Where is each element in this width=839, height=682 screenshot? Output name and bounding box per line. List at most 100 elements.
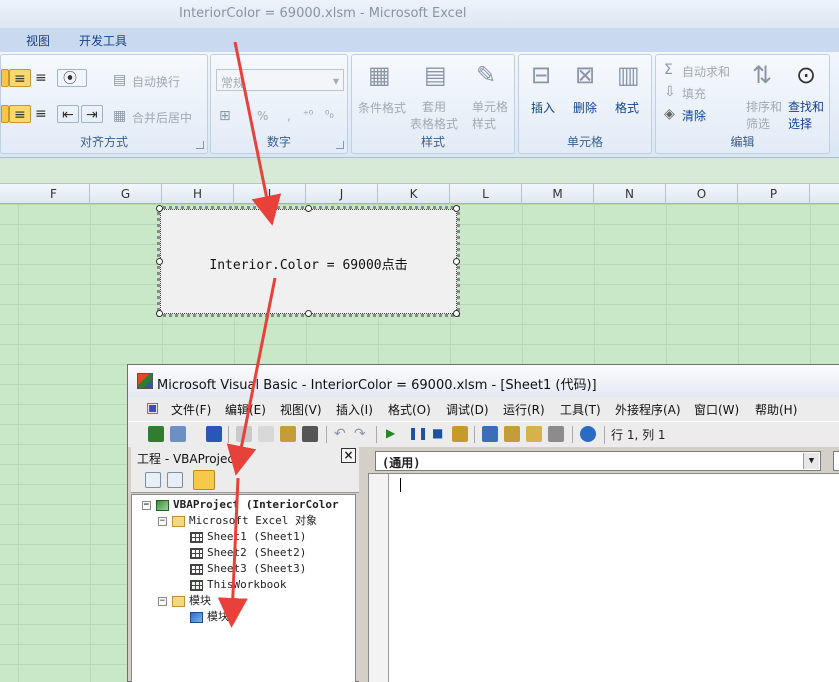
align-left-icon[interactable] (1, 69, 9, 87)
stop-icon[interactable]: ■ (432, 427, 443, 439)
table-format-button[interactable]: 套用 表格格式 (410, 99, 458, 133)
resize-handle[interactable] (453, 205, 460, 212)
column-header[interactable]: H (162, 184, 234, 204)
collapse-toggle[interactable]: − (158, 596, 167, 606)
menu-tools[interactable]: 工具(T) (560, 401, 601, 418)
format-button[interactable]: 格式 (615, 99, 639, 116)
paste-icon[interactable] (280, 426, 296, 442)
column-header[interactable]: G (90, 184, 162, 204)
column-header[interactable]: N (594, 184, 666, 204)
help-icon[interactable] (580, 426, 596, 442)
resize-handle[interactable] (453, 258, 460, 265)
save-icon[interactable] (206, 426, 222, 442)
tree-item-sheet1[interactable]: Sheet1 (Sheet1) (190, 529, 306, 545)
insert-button[interactable]: 插入 (531, 99, 555, 116)
menu-insert[interactable]: 插入(I) (336, 401, 373, 418)
resize-handle[interactable] (305, 205, 312, 212)
comma-button[interactable]: , (287, 109, 291, 123)
procedure-combo[interactable] (833, 451, 839, 471)
resize-handle[interactable] (156, 310, 163, 317)
redo-icon[interactable]: ↷ (354, 427, 366, 441)
merge-center-button[interactable]: 合并后居中 (132, 109, 192, 126)
increase-indent-icon[interactable]: ⇥ (81, 105, 103, 123)
column-header[interactable]: L (450, 184, 522, 204)
align-center-icon[interactable]: ≡ (9, 105, 31, 123)
decrease-indent-icon[interactable]: ⇤ (57, 105, 79, 123)
tree-item-sheet3[interactable]: Sheet3 (Sheet3) (190, 561, 306, 577)
close-icon[interactable]: × (341, 448, 356, 463)
fill-button[interactable]: 填充 (682, 85, 706, 102)
cut-icon[interactable] (236, 426, 252, 442)
object-combo[interactable]: (通用) ▼ (375, 451, 821, 471)
run-icon[interactable]: ▶ (386, 427, 395, 439)
project-explorer-icon[interactable] (482, 426, 498, 442)
tree-item-thisworkbook[interactable]: ThisWorkbook (190, 577, 286, 593)
align-left-h-icon[interactable] (1, 105, 9, 123)
chevron-down-icon[interactable]: ▼ (803, 453, 819, 469)
tab-developer[interactable]: 开发工具 (79, 32, 127, 49)
menu-file[interactable]: 文件(F) (171, 401, 211, 418)
column-header[interactable]: P (738, 184, 810, 204)
column-header[interactable]: K (378, 184, 450, 204)
find-icon[interactable] (302, 426, 318, 442)
tree-item-excel-objects[interactable]: − Microsoft Excel 对象 (158, 513, 317, 529)
undo-icon[interactable]: ↶ (334, 427, 346, 441)
menu-run[interactable]: 运行(R) (503, 401, 545, 418)
view-code-icon[interactable] (145, 472, 161, 488)
sheet-form-button[interactable]: Interior.Color = 69000点击 (157, 206, 460, 317)
resize-handle[interactable] (156, 258, 163, 265)
conditional-format-button[interactable]: 条件格式 (358, 99, 406, 116)
object-browser-icon[interactable] (526, 426, 542, 442)
view-excel-icon[interactable] (148, 426, 164, 442)
pause-icon[interactable]: ❚❚ (408, 427, 428, 439)
column-header[interactable]: I (234, 184, 306, 204)
tree-item-sheet2[interactable]: Sheet2 (Sheet2) (190, 545, 306, 561)
insert-userform-icon[interactable] (170, 426, 186, 442)
column-header[interactable]: M (522, 184, 594, 204)
properties-icon[interactable] (504, 426, 520, 442)
increase-decimal-icon[interactable]: ⁺⁰ (303, 109, 313, 120)
column-header[interactable]: O (666, 184, 738, 204)
toggle-folders-icon[interactable] (193, 470, 215, 490)
menu-edit[interactable]: 编辑(E) (225, 401, 266, 418)
collapse-toggle[interactable]: − (158, 516, 167, 526)
percent-button[interactable]: % (257, 109, 268, 123)
autosum-button[interactable]: 自动求和 (682, 63, 730, 80)
tab-view[interactable]: 视图 (26, 32, 50, 49)
currency-icon[interactable]: ⊞ (219, 109, 231, 123)
align-middle-icon[interactable]: ≡ (9, 69, 31, 87)
tree-item-modules[interactable]: − 模块 (158, 593, 211, 609)
orientation-icon[interactable]: ⦿ (57, 69, 87, 87)
tree-item-module1[interactable]: 模块1 (190, 609, 236, 625)
resize-handle[interactable] (305, 310, 312, 317)
column-header[interactable]: F (18, 184, 90, 204)
menu-format[interactable]: 格式(O) (388, 401, 431, 418)
column-header[interactable]: J (306, 184, 378, 204)
wrap-text-button[interactable]: 自动换行 (132, 73, 180, 90)
resize-handle[interactable] (453, 310, 460, 317)
menu-view[interactable]: 视图(V) (280, 401, 322, 418)
menu-addins[interactable]: 外接程序(A) (615, 401, 681, 418)
copy-icon[interactable] (258, 426, 274, 442)
collapse-toggle[interactable]: − (142, 500, 151, 510)
toolbox-icon[interactable] (548, 426, 564, 442)
alignment-dialog-launcher[interactable] (196, 141, 204, 149)
view-object-icon[interactable] (167, 472, 183, 488)
find-select-button[interactable]: 查找和 选择 (788, 99, 824, 133)
align-right-icon[interactable]: ≡ (31, 105, 53, 123)
menu-help[interactable]: 帮助(H) (755, 401, 797, 418)
number-format-select[interactable]: 常规 ▾ (216, 69, 344, 91)
design-mode-icon[interactable] (452, 426, 468, 442)
decrease-decimal-icon[interactable]: ⁰₀ (325, 109, 334, 120)
resize-handle[interactable] (156, 205, 163, 212)
cell-styles-button[interactable]: 单元格 样式 (472, 99, 508, 133)
align-bottom-icon[interactable]: ≡ (31, 69, 53, 87)
tree-item-project[interactable]: − VBAProject (InteriorColor (142, 497, 339, 513)
delete-button[interactable]: 删除 (573, 99, 597, 116)
excel-app-icon[interactable]: ▣ (146, 401, 159, 415)
number-dialog-launcher[interactable] (336, 141, 344, 149)
margin-indicator-bar[interactable] (369, 474, 389, 682)
sort-filter-button[interactable]: 排序和 筛选 (746, 99, 782, 133)
clear-button[interactable]: 清除 (682, 107, 706, 124)
menu-debug[interactable]: 调试(D) (446, 401, 489, 418)
